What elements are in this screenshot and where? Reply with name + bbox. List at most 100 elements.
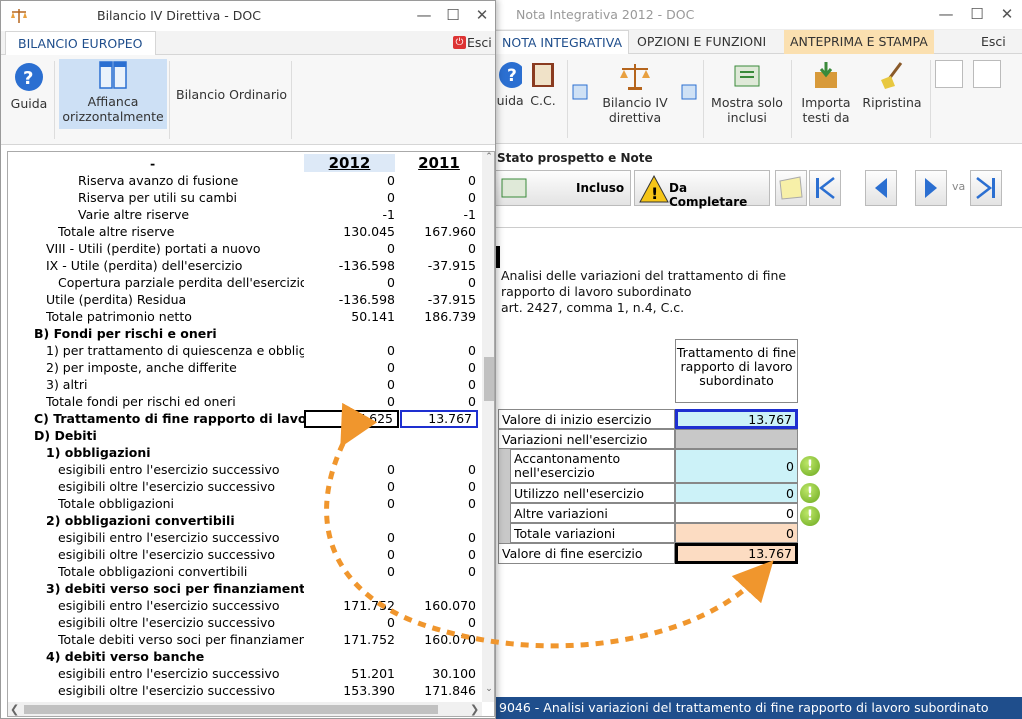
value-2012[interactable]: 0	[304, 376, 399, 393]
incluso-button[interactable]: Incluso	[495, 170, 631, 206]
close-button[interactable]: ✕	[996, 4, 1018, 24]
value-2012[interactable]: 17.625	[304, 410, 399, 428]
vertical-scrollbar[interactable]: ⌃ ⌄	[482, 152, 494, 702]
valore-inizio-value[interactable]: 13.767	[675, 409, 798, 429]
value-2012[interactable]: 0	[304, 393, 399, 410]
value-2012[interactable]: -136.598	[304, 291, 399, 308]
value-2011[interactable]: 160.070	[398, 597, 480, 614]
value-2012[interactable]: 51.201	[304, 665, 399, 682]
value-2012[interactable]: 0	[304, 563, 399, 580]
gallery-button-2[interactable]	[973, 60, 1001, 88]
tab-bilancio-europeo[interactable]: BILANCIO EUROPEO	[5, 31, 156, 55]
value-2011[interactable]: 0	[398, 342, 480, 359]
bilancio-iv-button[interactable]: Bilancio IV direttiva	[595, 60, 675, 125]
value-2012[interactable]: -136.598	[304, 257, 399, 274]
tab-opzioni-funzioni[interactable]: OPZIONI E FUNZIONI	[631, 30, 772, 54]
value-2011[interactable]: 186.739	[398, 308, 480, 325]
prev-button[interactable]	[865, 170, 897, 206]
table-row: Riserva per utili su cambi 0 0	[8, 189, 478, 206]
value-2011[interactable]: 167.960	[398, 223, 480, 240]
value-2012[interactable]: 130.045	[304, 223, 399, 240]
value-2012[interactable]: -1	[304, 206, 399, 223]
value-2012[interactable]: 0	[304, 614, 399, 631]
table-row: 3) altri 0 0	[8, 376, 478, 393]
value-2012[interactable]: 0	[304, 240, 399, 257]
minimize-button[interactable]: —	[413, 5, 435, 25]
value-2011[interactable]: 0	[398, 172, 480, 189]
accantonamento-value[interactable]: 0	[675, 449, 798, 483]
tab-anteprima-stampa[interactable]: ANTEPRIMA E STAMPA	[784, 30, 934, 54]
value-2011[interactable]: -1	[398, 206, 480, 223]
da-completare-button[interactable]: ! Da Completare	[634, 170, 770, 209]
value-2011[interactable]: 0	[398, 563, 480, 580]
value-2012[interactable]: 0	[304, 359, 399, 376]
scroll-right-icon[interactable]: ❯	[470, 703, 479, 716]
value-2011[interactable]: 13.767	[400, 410, 478, 428]
table-row: esigibili oltre l'esercizio successivo 0 0	[8, 614, 478, 631]
value-2011[interactable]: 0	[398, 529, 480, 546]
altre-variazioni-value[interactable]: 0	[675, 503, 798, 523]
guida-button[interactable]: ? Guida	[7, 61, 51, 111]
value-2011[interactable]: -37.915	[398, 291, 480, 308]
value-2012[interactable]: 171.752	[304, 631, 399, 648]
value-2012[interactable]: 0	[304, 342, 399, 359]
mostra-inclusi-button[interactable]: Mostra solo inclusi	[707, 60, 787, 125]
affianca-button[interactable]: Affianca orizzontalmente	[59, 59, 167, 129]
check-icon[interactable]: !	[800, 456, 820, 476]
esci-button[interactable]: Esci	[465, 31, 494, 55]
guida-button[interactable]: ? Guida	[487, 60, 525, 108]
cc-button[interactable]: C.C.	[525, 60, 561, 108]
utilizzo-value[interactable]: 0	[675, 483, 798, 503]
value-2011[interactable]: 171.846	[398, 682, 480, 699]
maximize-button[interactable]: ☐	[442, 5, 464, 25]
last-button[interactable]	[970, 170, 1002, 206]
importa-testi-button[interactable]: Importa testi da	[795, 60, 857, 125]
ripristina-button[interactable]: Ripristina	[859, 60, 925, 110]
value-2011[interactable]: 0	[398, 495, 480, 512]
check-icon[interactable]: !	[800, 506, 820, 526]
small-compare-icon[interactable]	[681, 84, 697, 100]
value-2011[interactable]: 0	[398, 274, 480, 291]
value-2011[interactable]: 0	[398, 614, 480, 631]
scroll-thumb[interactable]	[484, 357, 494, 401]
horizontal-scrollbar[interactable]: ❮ ❯	[8, 702, 482, 716]
value-2012[interactable]: 153.390	[304, 682, 399, 699]
value-2011[interactable]: -37.915	[398, 257, 480, 274]
value-2012[interactable]: 0	[304, 546, 399, 563]
tab-nota-integrativa[interactable]: NOTA INTEGRATIVA	[495, 30, 630, 54]
next-button[interactable]	[915, 170, 947, 206]
value-2012[interactable]: 0	[304, 461, 399, 478]
value-2011[interactable]: 0	[398, 359, 480, 376]
value-2012[interactable]: 0	[304, 529, 399, 546]
check-icon[interactable]: !	[800, 483, 820, 503]
small-doc-icon[interactable]	[572, 84, 588, 100]
value-2012[interactable]: 0	[304, 274, 399, 291]
esci-button[interactable]: Esci	[975, 30, 1012, 54]
first-button[interactable]	[809, 170, 841, 206]
note-button[interactable]	[775, 170, 807, 206]
row-label: esigibili oltre l'esercizio successivo	[58, 479, 276, 494]
value-2012[interactable]: 0	[304, 495, 399, 512]
maximize-button[interactable]: ☐	[966, 4, 988, 24]
scroll-up-icon[interactable]: ⌃	[484, 152, 494, 164]
value-2011[interactable]: 0	[398, 546, 480, 563]
value-2011[interactable]: 0	[398, 240, 480, 257]
value-2011[interactable]: 0	[398, 376, 480, 393]
hscroll-thumb[interactable]	[24, 705, 438, 714]
style-gallery-button[interactable]	[935, 60, 963, 88]
value-2011[interactable]: 0	[398, 478, 480, 495]
value-2012[interactable]: 50.141	[304, 308, 399, 325]
value-2011[interactable]: 0	[398, 189, 480, 206]
scroll-left-icon[interactable]: ❮	[10, 703, 19, 716]
value-2012[interactable]: 0	[304, 189, 399, 206]
scroll-down-icon[interactable]: ⌄	[484, 684, 494, 696]
value-2011[interactable]: 0	[398, 393, 480, 410]
value-2012[interactable]: 0	[304, 478, 399, 495]
value-2011[interactable]: 160.070	[398, 631, 480, 648]
minimize-button[interactable]: —	[935, 4, 957, 24]
value-2011[interactable]: 30.100	[398, 665, 480, 682]
value-2012[interactable]: 171.752	[304, 597, 399, 614]
value-2012[interactable]: 0	[304, 172, 399, 189]
close-button[interactable]: ✕	[471, 5, 493, 25]
value-2011[interactable]: 0	[398, 461, 480, 478]
